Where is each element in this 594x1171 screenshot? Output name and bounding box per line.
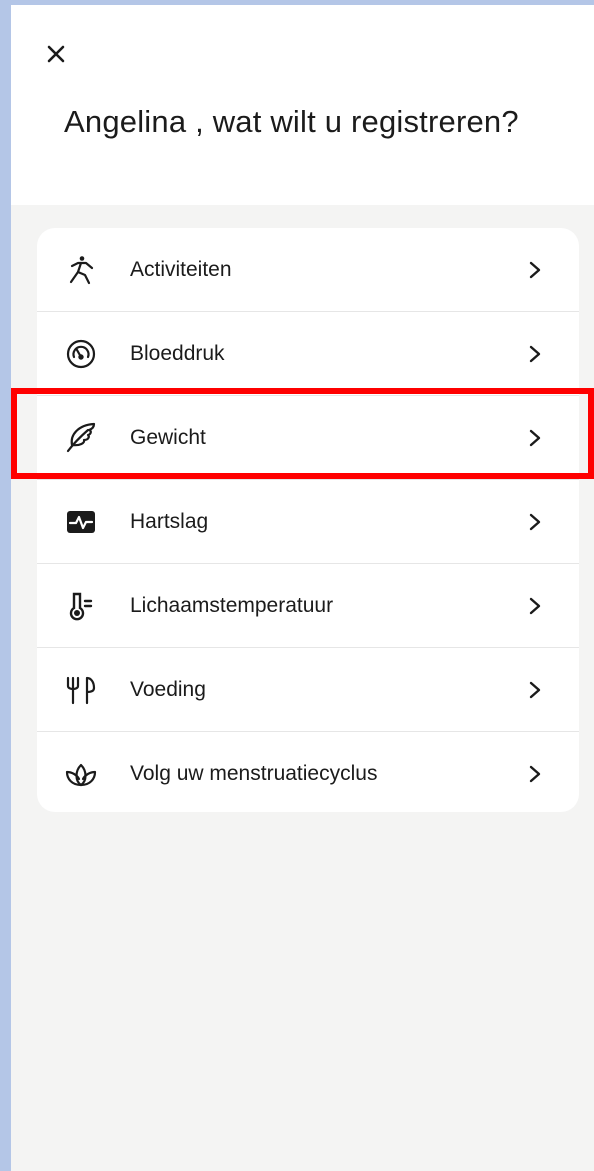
feather-icon xyxy=(64,421,98,455)
menu-item-label: Bloeddruk xyxy=(130,341,225,365)
chevron-right-icon xyxy=(525,680,545,700)
menu-item-gewicht[interactable]: Gewicht xyxy=(37,396,579,479)
menu-item-label: Gewicht xyxy=(130,425,206,449)
heart-rate-icon xyxy=(64,505,98,539)
lotus-icon xyxy=(64,757,98,791)
chevron-right-icon xyxy=(525,596,545,616)
running-person-icon xyxy=(64,253,98,287)
menu-item-label: Activiteiten xyxy=(130,257,232,281)
menu-item-menstruatiecyclus[interactable]: Volg uw menstruatiecyclus xyxy=(37,732,579,815)
close-button[interactable] xyxy=(41,39,71,69)
cutlery-icon xyxy=(64,673,98,707)
menu-item-label: Volg uw menstruatiecyclus xyxy=(130,761,378,785)
menu-item-activiteiten[interactable]: Activiteiten xyxy=(37,228,579,311)
menu-item-label: Hartslag xyxy=(130,509,209,533)
menu-item-voeding[interactable]: Voeding xyxy=(37,648,579,731)
menu-item-lichaamstemperatuur[interactable]: Lichaamstemperatuur xyxy=(37,564,579,647)
header: Angelina , wat wilt u registreren? xyxy=(11,5,594,205)
chevron-right-icon xyxy=(525,344,545,364)
menu-item-label: Voeding xyxy=(130,677,206,701)
menu-item-bloeddruk[interactable]: Bloeddruk xyxy=(37,312,579,395)
chevron-right-icon xyxy=(525,764,545,784)
close-icon xyxy=(47,45,65,63)
chevron-right-icon xyxy=(525,428,545,448)
chevron-right-icon xyxy=(525,260,545,280)
blood-pressure-gauge-icon xyxy=(64,337,98,371)
registration-menu: Activiteiten Bloeddruk Gewicht Hartslag … xyxy=(37,228,579,812)
chevron-right-icon xyxy=(525,512,545,532)
page-title: Angelina , wat wilt u registreren? xyxy=(64,104,519,139)
menu-item-label: Lichaamstemperatuur xyxy=(130,593,334,617)
menu-item-hartslag[interactable]: Hartslag xyxy=(37,480,579,563)
thermometer-icon xyxy=(64,589,98,623)
app-screen: Angelina , wat wilt u registreren? Activ… xyxy=(11,5,594,1171)
